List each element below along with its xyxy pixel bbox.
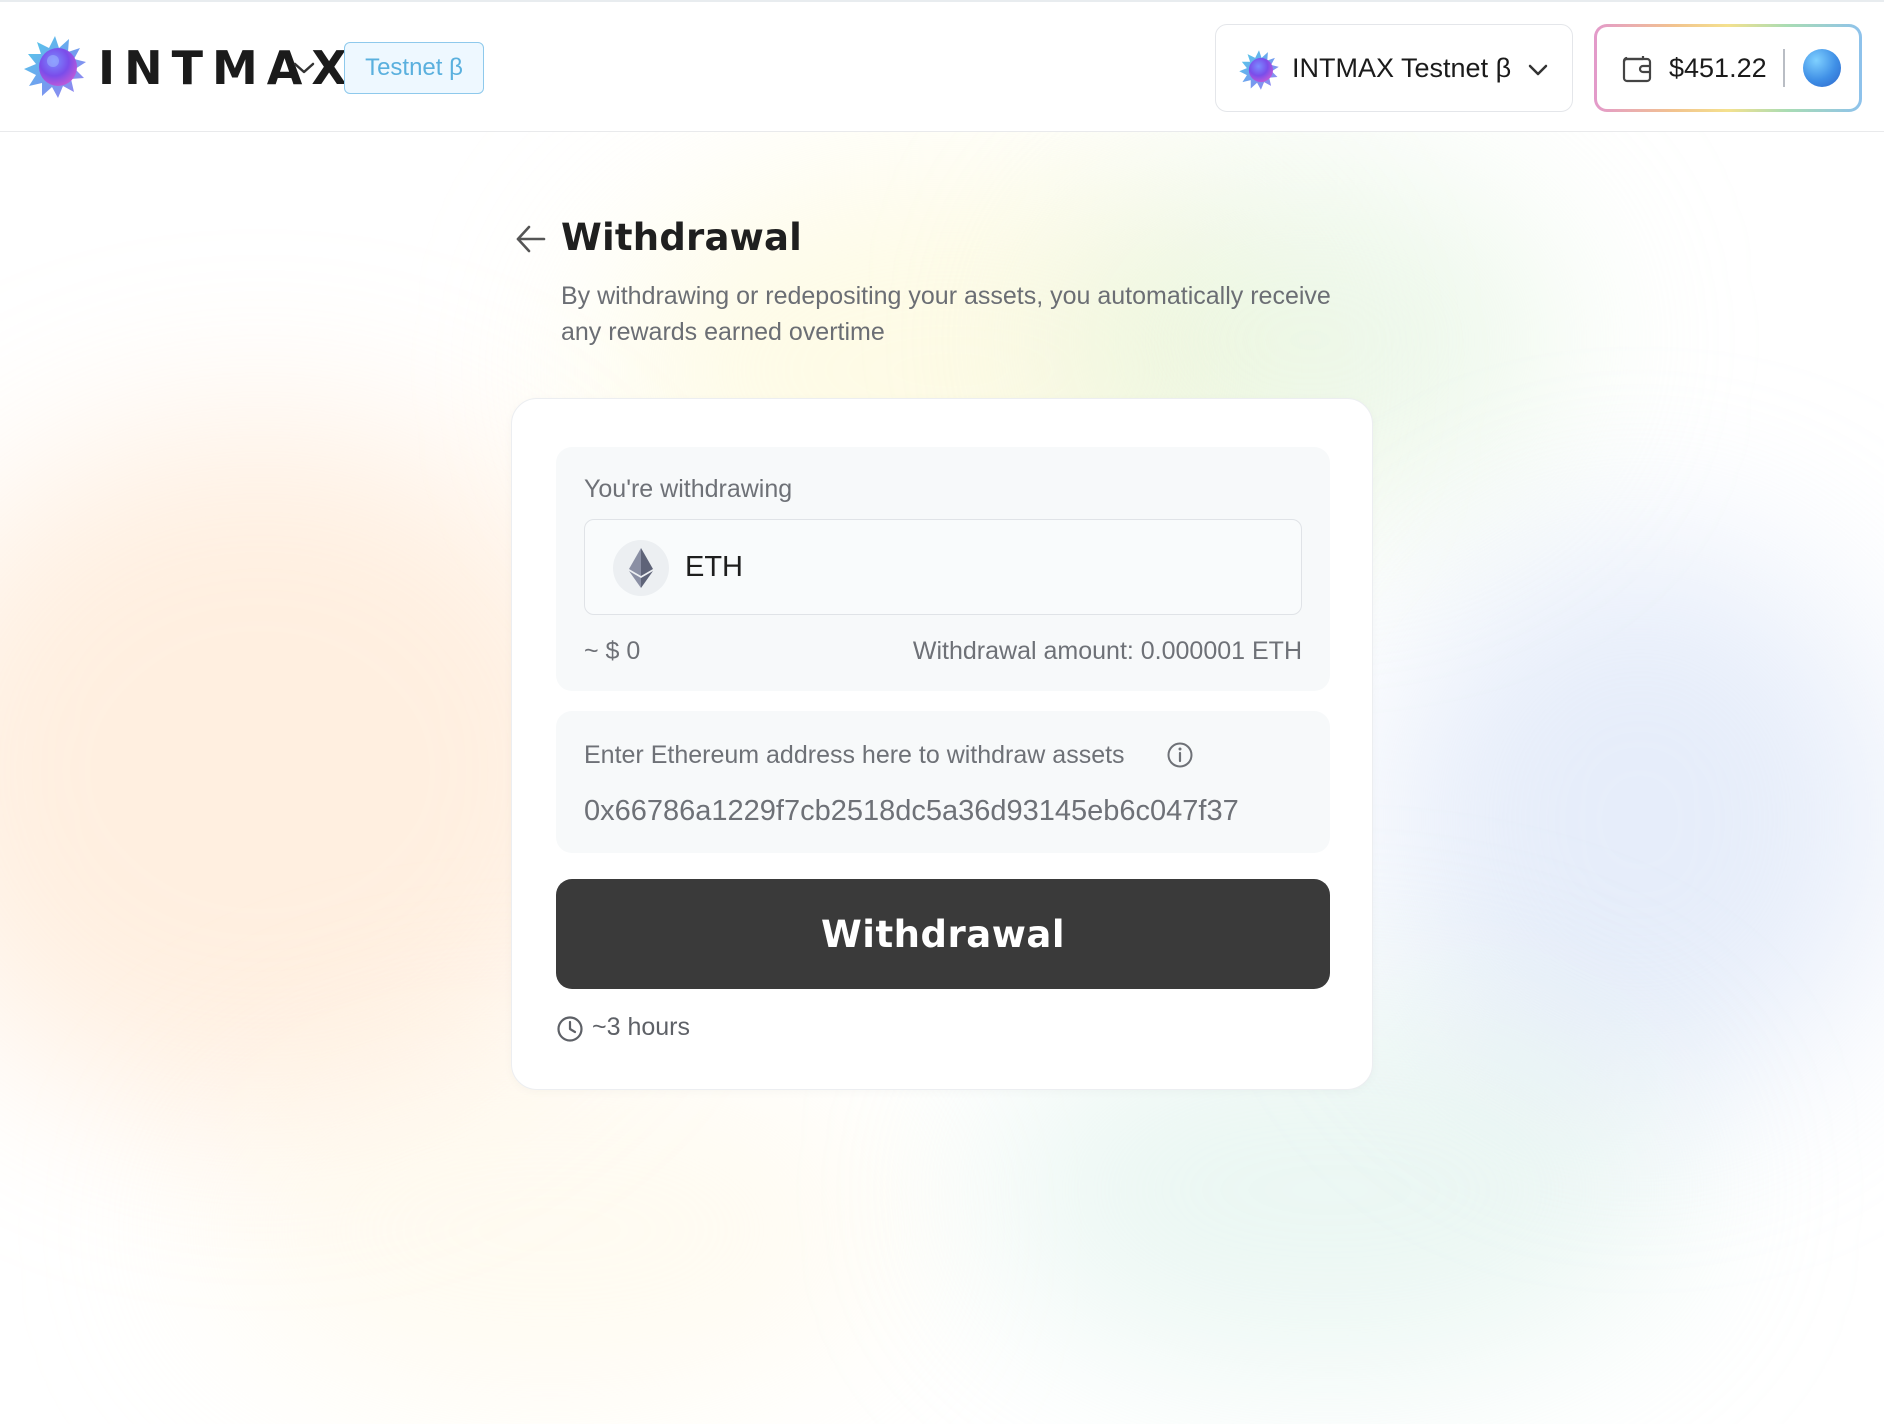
page-subtitle: By withdrawing or redepositing your asse… xyxy=(561,282,1331,346)
wallet-balance: $451.22 xyxy=(1669,53,1767,83)
chevron-down-icon xyxy=(1528,64,1548,76)
brand-wordmark: INTMAX xyxy=(98,41,356,95)
chevron-down-icon[interactable] xyxy=(292,60,316,76)
network-label: INTMAX Testnet β xyxy=(1292,53,1512,83)
ethereum-icon xyxy=(613,540,669,596)
account-avatar[interactable] xyxy=(1803,49,1841,87)
address-label: Enter Ethereum address here to withdraw … xyxy=(584,741,1125,769)
wallet-button-inner: $451.22 xyxy=(1597,27,1859,109)
top-header: INTMAX Testnet β INTMAX Testnet β $451.2… xyxy=(0,0,1884,132)
testnet-badge: Testnet β xyxy=(344,42,484,94)
address-panel: Enter Ethereum address here to withdraw … xyxy=(556,711,1330,853)
ethereum-address-input[interactable] xyxy=(584,791,1314,831)
wallet-button[interactable]: $451.22 xyxy=(1594,24,1862,112)
withdrawal-card: You're withdrawing ETH ~ $ 0 Withdrawal … xyxy=(511,398,1373,1090)
token-selector[interactable]: ETH xyxy=(584,519,1302,615)
amount-panel: You're withdrawing ETH ~ $ 0 Withdrawal … xyxy=(556,447,1330,691)
usd-value: ~ $ 0 xyxy=(584,637,641,665)
withdrawal-amount: Withdrawal amount: 0.000001 ETH xyxy=(912,637,1302,665)
withdrawal-submit-button[interactable]: Withdrawal xyxy=(556,879,1330,989)
intmax-logo-icon[interactable] xyxy=(22,34,88,100)
wallet-divider xyxy=(1783,49,1785,87)
page-title: Withdrawal xyxy=(561,216,803,259)
network-selector-button[interactable]: INTMAX Testnet β xyxy=(1215,24,1573,112)
intmax-network-icon xyxy=(1239,50,1279,90)
wallet-icon xyxy=(1622,56,1652,83)
arrow-left-icon[interactable] xyxy=(514,222,548,256)
clock-icon xyxy=(557,1016,583,1042)
token-symbol: ETH xyxy=(685,551,743,583)
info-icon[interactable] xyxy=(1166,741,1194,769)
estimated-time: ~3 hours xyxy=(592,1013,690,1041)
withdrawal-page: Withdrawal By withdrawing or redepositin… xyxy=(0,132,1884,1424)
amount-label: You're withdrawing xyxy=(584,475,793,503)
